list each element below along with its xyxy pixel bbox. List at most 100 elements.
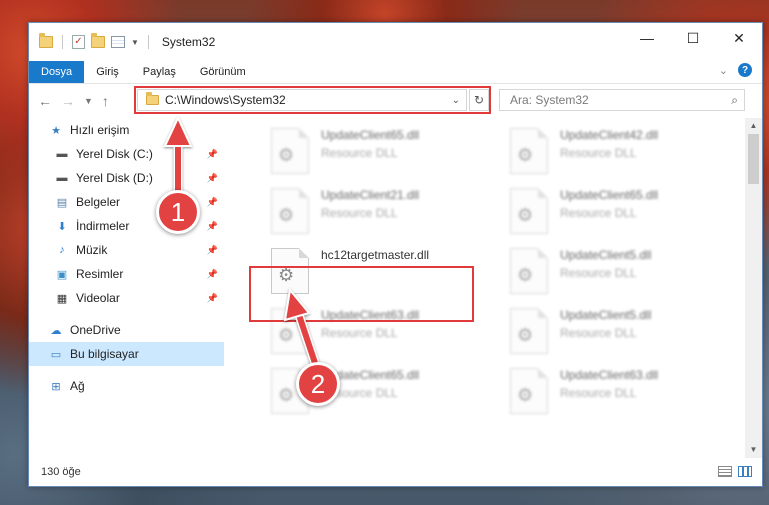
file-item[interactable]: ⚙ UpdateClient65.dll Resource DLL [249,124,469,180]
file-item[interactable]: ⚙ UpdateClient42.dll Resource DLL [488,124,708,180]
file-item[interactable]: ⚙ UpdateClient5.dll Resource DLL [488,244,708,300]
search-icon[interactable]: ⌕ [731,93,738,108]
pin-icon[interactable]: 📌 [207,197,218,208]
nav-item-music[interactable]: ♪ Müzik 📌 [29,238,224,262]
minimize-button[interactable]: — [624,23,670,53]
scroll-thumb[interactable] [748,134,759,184]
item-count: 130 öğe [41,466,81,478]
gear-icon: ⚙ [278,145,295,165]
pin-icon[interactable]: 📌 [207,173,218,184]
pictures-icon: ▣ [56,268,68,281]
forward-arrow-icon[interactable]: → [61,93,75,109]
nav-item-pictures[interactable]: ▣ Resimler 📌 [29,262,224,286]
tab-view[interactable]: Görünüm [188,61,258,83]
back-arrow-icon[interactable]: ← [38,93,52,109]
drive-icon: ▬ [56,172,68,184]
file-type: Resource DLL [321,146,398,160]
dll-file-icon: ⚙ [510,128,548,174]
gear-icon: ⚙ [517,205,534,225]
network-icon: ⊞ [51,380,61,393]
computer-icon: ▭ [50,348,62,361]
tab-file[interactable]: Dosya [29,61,85,83]
file-name: UpdateClient63.dll [560,368,659,382]
details-view-icon[interactable] [718,466,732,477]
quick-access-toolbar: ✓ ▼ [29,33,152,49]
file-item[interactable]: ⚙ UpdateClient5.dll Resource DLL [488,304,708,360]
nav-label: Yerel Disk (C:) [76,147,153,161]
up-arrow-icon[interactable]: ↑ [102,93,109,109]
file-name: hc12targetmaster.dll [321,248,430,262]
dll-file-icon: ⚙ [271,188,309,234]
dll-file-icon: ⚙ [510,308,548,354]
music-icon: ♪ [59,244,65,256]
file-type: Resource DLL [560,206,637,220]
scroll-up-icon[interactable]: ▲ [745,118,762,134]
video-icon: ▦ [56,292,68,305]
nav-label: OneDrive [70,323,121,337]
file-type: Resource DLL [321,206,398,220]
window-title: System32 [161,35,216,49]
nav-label: Hızlı erişim [70,123,130,137]
window-controls: — ☐ ✕ [624,23,762,53]
view-switcher [718,466,752,477]
star-icon: ★ [51,124,61,137]
vertical-scrollbar[interactable]: ▲ ▼ [745,118,762,458]
explorer-window: ✓ ▼ System32 — ☐ ✕ Dosya Giriş Paylaş Gö… [28,22,763,487]
file-name: UpdateClient65.dll [560,188,659,202]
toolbar-divider [62,35,63,49]
file-item[interactable]: ⚙ UpdateClient65.dll Resource DLL [249,364,469,420]
step-1-badge: 1 [156,190,200,234]
nav-item-drive-d[interactable]: ▬ Yerel Disk (D:) 📌 [29,166,224,190]
scroll-down-icon[interactable]: ▼ [745,442,762,458]
tab-home[interactable]: Giriş [84,61,131,83]
nav-label: Videolar [76,291,120,305]
nav-label: Yerel Disk (D:) [76,171,153,185]
pin-icon[interactable]: 📌 [207,293,218,304]
nav-onedrive[interactable]: ☁ OneDrive [29,318,224,342]
chevron-down-icon[interactable]: ▼ [131,38,139,47]
maximize-button[interactable]: ☐ [670,23,716,53]
dll-file-icon: ⚙ [510,248,548,294]
file-name: UpdateClient5.dll [560,308,652,322]
search-input[interactable]: Ara: System32 ⌕ [499,89,745,111]
gear-icon: ⚙ [278,325,295,345]
nav-this-pc[interactable]: ▭ Bu bilgisayar [29,342,224,366]
toolbar-divider [147,35,149,49]
expand-ribbon-icon[interactable]: ⌄ [719,64,728,77]
nav-quick-access[interactable]: ★ Hızlı erişim [29,118,224,142]
properties-check-icon[interactable]: ✓ [72,35,85,49]
nav-item-videos[interactable]: ▦ Videolar 📌 [29,286,224,310]
dll-file-icon: ⚙ [510,188,548,234]
status-bar: 130 öğe [29,458,762,486]
nav-label: Belgeler [76,195,121,209]
new-folder-icon[interactable] [91,33,105,48]
file-item[interactable]: ⚙ UpdateClient63.dll Resource DLL [488,364,708,420]
tab-share[interactable]: Paylaş [131,61,188,83]
file-type: Resource DLL [560,326,637,340]
close-button[interactable]: ✕ [716,23,762,53]
pin-icon[interactable]: 📌 [207,245,218,256]
nav-item-drive-c[interactable]: ▬ Yerel Disk (C:) 📌 [29,142,224,166]
gear-icon: ⚙ [278,205,295,225]
large-icons-view-icon[interactable] [738,466,752,477]
pin-icon[interactable]: 📌 [207,221,218,232]
nav-network[interactable]: ⊞ Ağ [29,374,224,398]
file-list: ⚙ UpdateClient65.dll Resource DLL ⚙ Upda… [226,118,742,458]
customize-toolbar-icon[interactable] [111,36,125,48]
file-item[interactable]: ⚙ UpdateClient65.dll Resource DLL [488,184,708,240]
file-item[interactable]: ⚙ UpdateClient21.dll Resource DLL [249,184,469,240]
pin-icon[interactable]: 📌 [207,149,218,160]
download-icon: ⬇ [57,220,67,233]
gear-icon: ⚙ [517,145,534,165]
nav-label: Resimler [76,267,124,281]
pin-icon[interactable]: 📌 [207,269,218,280]
recent-locations-chevron-icon[interactable]: ▼ [84,96,93,106]
nav-label: Ağ [70,379,85,393]
nav-label: İndirmeler [76,219,130,233]
file-name: UpdateClient21.dll [321,188,420,202]
help-icon[interactable]: ? [738,63,752,77]
file-highlight-box [249,266,474,322]
file-type: Resource DLL [560,386,637,400]
file-name: UpdateClient5.dll [560,248,652,262]
